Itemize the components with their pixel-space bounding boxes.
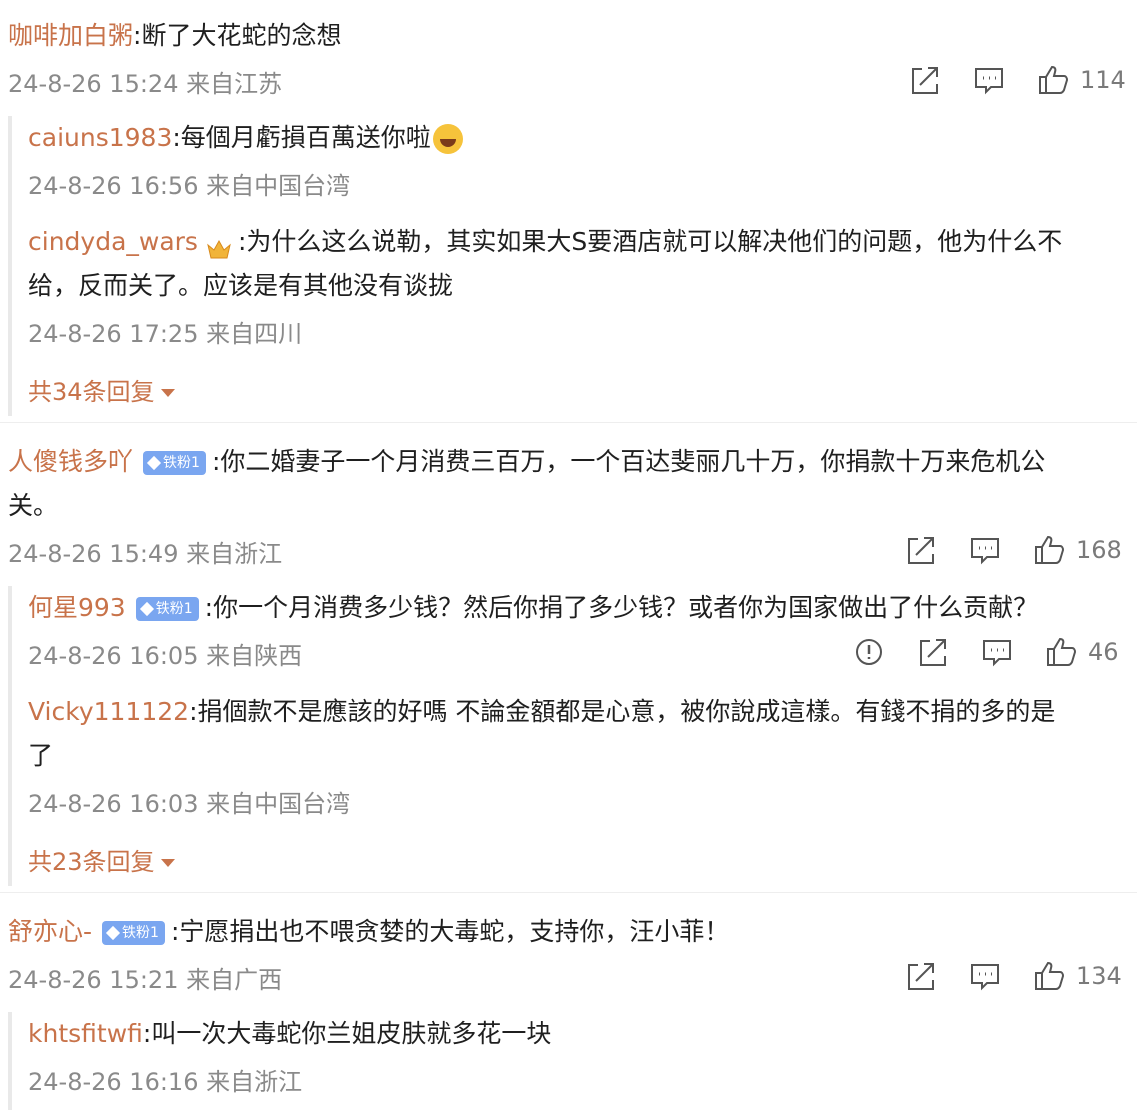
reply-text-continued: 了: [28, 741, 54, 770]
diamond-icon: [105, 925, 121, 940]
reply-text: :叫一次大毒蛇你兰姐皮肤就多花一块: [142, 1019, 552, 1048]
like-count: 168: [1076, 536, 1122, 564]
comment-3: 舒亦心- 铁粉1:宁愿捐出也不喂贪婪的大毒蛇，支持你，汪小菲！: [8, 910, 729, 954]
reply-thread-bar: [8, 1012, 12, 1110]
username[interactable]: 何星993: [28, 593, 126, 622]
comment-actions: 114: [908, 60, 1126, 100]
like-count: 114: [1080, 66, 1126, 94]
reply-text: :为什么这么说勒，其实如果大S要酒店就可以解决他们的问题，他为什么不: [237, 227, 1063, 256]
like-icon[interactable]: [1032, 959, 1066, 993]
reply-thread-bar: [8, 586, 12, 886]
fan-badge: 铁粉1: [135, 597, 199, 621]
reply: cindyda_wars :为什么这么说勒，其实如果大S要酒店就可以解决他们的问题…: [28, 220, 1062, 264]
like-count: 134: [1076, 962, 1122, 990]
reply-text: :捐個款不是應該的好嗎 不論金額都是心意，被你說成這樣。有錢不捐的多的是: [189, 697, 1056, 726]
like-icon[interactable]: [1044, 635, 1078, 669]
reply-meta: 24-8-26 16:05 来自陕西: [28, 642, 303, 670]
laughing-emoji-icon: [432, 124, 463, 154]
diamond-icon: [139, 601, 154, 616]
fan-badge: 铁粉1: [102, 921, 165, 945]
reply-thread-bar: [8, 116, 12, 416]
share-icon[interactable]: [904, 959, 938, 993]
username[interactable]: Vicky111122: [28, 697, 189, 726]
more-replies-link[interactable]: 共34条回复: [28, 372, 175, 407]
report-icon[interactable]: [852, 635, 886, 669]
username[interactable]: 舒亦心-: [8, 917, 92, 946]
reply-actions: 46: [852, 632, 1119, 672]
reply-text-continued: 给，反而关了。应该是有其他没有谈拢: [28, 271, 454, 300]
username[interactable]: 人傻钱多吖: [8, 447, 133, 476]
reply: Vicky111122:捐個款不是應該的好嗎 不論金額都是心意，被你說成這樣。有…: [28, 690, 1055, 734]
reply-meta: 24-8-26 16:03 来自中国台湾: [28, 790, 351, 818]
comment-text: :宁愿捐出也不喂贪婪的大毒蛇，支持你，汪小菲！: [170, 917, 730, 946]
username[interactable]: khtsfitwfi: [28, 1019, 143, 1048]
username[interactable]: caiuns1983: [28, 123, 172, 152]
comment-text-continued: 关。: [8, 491, 59, 520]
comment-text: :断了大花蛇的念想: [133, 21, 342, 50]
comment-text: :你二婚妻子一个月消费三百万，一个百达斐丽几十万，你捐款十万来危机公: [211, 447, 1046, 476]
username[interactable]: cindyda_wars: [28, 227, 198, 256]
reply: 何星993 铁粉1:你一个月消费多少钱？然后你捐了多少钱？或者你为国家做出了什么贡…: [28, 586, 1038, 630]
more-replies-link[interactable]: 共23条回复: [28, 842, 175, 877]
share-icon[interactable]: [904, 533, 938, 567]
reply-meta: 24-8-26 16:16 来自浙江: [28, 1068, 303, 1096]
comment-actions: 134: [904, 956, 1122, 996]
comment-icon[interactable]: [972, 63, 1006, 97]
crown-icon: [206, 231, 232, 259]
comment-icon[interactable]: [968, 959, 1002, 993]
diamond-icon: [146, 455, 162, 470]
username[interactable]: 咖啡加白粥: [8, 21, 133, 50]
comment-actions: 168: [904, 530, 1122, 570]
like-icon[interactable]: [1032, 533, 1066, 567]
like-count: 46: [1088, 638, 1119, 666]
reply-text: :每個月虧損百萬送你啦: [172, 123, 431, 152]
chevron-down-icon: [160, 859, 175, 867]
comment-meta: 24-8-26 15:24 来自江苏: [8, 70, 283, 98]
reply-meta: 24-8-26 17:25 来自四川: [28, 320, 303, 348]
reply-text: :你一个月消费多少钱？然后你捐了多少钱？或者你为国家做出了什么贡献？: [204, 593, 1039, 622]
reply: caiuns1983:每個月虧損百萬送你啦: [28, 116, 463, 160]
share-icon[interactable]: [916, 635, 950, 669]
divider: [0, 422, 1137, 423]
share-icon[interactable]: [908, 63, 942, 97]
fan-badge: 铁粉1: [143, 451, 206, 475]
comment-icon[interactable]: [968, 533, 1002, 567]
like-icon[interactable]: [1036, 63, 1070, 97]
comment-icon[interactable]: [980, 635, 1014, 669]
comment-meta: 24-8-26 15:49 来自浙江: [8, 540, 283, 568]
comment-meta: 24-8-26 15:21 来自广西: [8, 966, 283, 994]
comment-2: 人傻钱多吖 铁粉1:你二婚妻子一个月消费三百万，一个百达斐丽几十万，你捐款十万来危…: [8, 440, 1045, 484]
reply: khtsfitwfi:叫一次大毒蛇你兰姐皮肤就多花一块: [28, 1012, 551, 1056]
reply-meta: 24-8-26 16:56 来自中国台湾: [28, 172, 351, 200]
chevron-down-icon: [160, 389, 175, 397]
comment-1: 咖啡加白粥:断了大花蛇的念想: [8, 14, 341, 58]
divider: [0, 892, 1137, 893]
